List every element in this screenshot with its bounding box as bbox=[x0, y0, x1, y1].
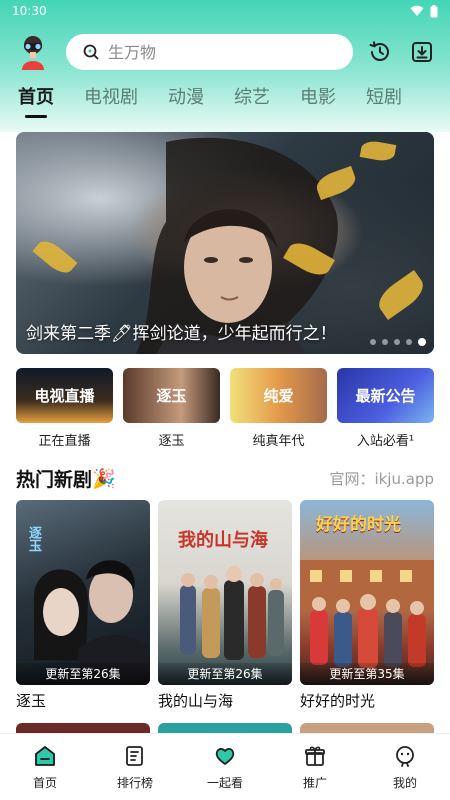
search-icon bbox=[83, 44, 99, 60]
tab-anime[interactable]: 动漫 bbox=[168, 84, 204, 116]
profile-icon bbox=[396, 746, 414, 767]
party-popper-icon: 🎉 bbox=[92, 467, 116, 490]
series-card[interactable]: 我的山与海 更新至第26集 我的山与海 bbox=[158, 500, 292, 714]
quick-entry-label: 入站必看¹ bbox=[356, 434, 415, 449]
nav-promotion[interactable]: 推广 bbox=[280, 744, 350, 791]
section-header: 热门新剧 🎉 官网：ikju.app bbox=[16, 463, 434, 493]
next-poster-peek bbox=[16, 723, 150, 733]
quick-entry-live[interactable]: 电视直播 正在直播 bbox=[16, 368, 113, 452]
series-poster: 我的山与海 更新至第26集 bbox=[158, 500, 292, 685]
poster-title: 好好的时光 bbox=[316, 515, 401, 535]
next-poster-peek bbox=[158, 723, 292, 733]
tab-home[interactable]: 首页 bbox=[18, 84, 54, 116]
next-row-preview bbox=[16, 723, 434, 733]
banner-pagination bbox=[370, 338, 426, 346]
heart-icon bbox=[215, 748, 235, 765]
tab-variety[interactable]: 综艺 bbox=[234, 84, 270, 116]
ranking-icon bbox=[126, 746, 143, 766]
pagination-dot[interactable] bbox=[394, 339, 400, 345]
pagination-dot[interactable] bbox=[382, 339, 388, 345]
status-time: 10:30 bbox=[12, 4, 47, 18]
status-icons bbox=[410, 4, 438, 18]
nav-ranking[interactable]: 排行榜 bbox=[100, 744, 170, 791]
banner-caption: 剑来第二季🖊挥剑论道，少年起而行之！ bbox=[26, 324, 337, 344]
battery-icon bbox=[430, 4, 438, 17]
quick-entries: 电视直播 正在直播 逐玉 逐玉 纯爱 纯真年代 最新公告 入站必看¹ bbox=[16, 368, 434, 452]
wifi-icon bbox=[410, 5, 424, 17]
nav-label: 我的 bbox=[392, 776, 417, 790]
history-icon[interactable] bbox=[368, 40, 392, 64]
episode-badge: 更新至第35集 bbox=[300, 663, 434, 685]
next-poster-peek bbox=[300, 723, 434, 733]
quick-entry-announcement[interactable]: 最新公告 入站必看¹ bbox=[337, 368, 434, 452]
quick-entry-thumb: 最新公告 bbox=[337, 368, 434, 423]
tab-short-drama[interactable]: 短剧 bbox=[366, 84, 402, 116]
quick-entry-zhuyu[interactable]: 逐玉 逐玉 bbox=[123, 368, 220, 452]
hot-series-list: 逐玉 更新至第26集 逐玉 我的山与海 更新至第26集 我的山与海 好好的时光 … bbox=[16, 500, 434, 714]
nav-watch-together[interactable]: 一起看 bbox=[190, 744, 260, 791]
avatar[interactable] bbox=[16, 34, 50, 70]
quick-entry-label: 纯真年代 bbox=[252, 434, 305, 449]
nav-label: 一起看 bbox=[206, 776, 243, 790]
episode-badge: 更新至第26集 bbox=[16, 663, 150, 685]
section-title-wrap: 热门新剧 🎉 bbox=[16, 465, 116, 492]
nav-label: 首页 bbox=[32, 776, 57, 790]
download-icon[interactable] bbox=[410, 40, 434, 64]
quick-entry-pure-era[interactable]: 纯爱 纯真年代 bbox=[230, 368, 327, 452]
quick-entry-label: 正在直播 bbox=[38, 434, 91, 449]
nav-label: 排行榜 bbox=[116, 776, 153, 790]
nav-label: 推广 bbox=[302, 776, 327, 790]
series-poster: 逐玉 更新至第26集 bbox=[16, 500, 150, 685]
series-card[interactable]: 好好的时光 更新至第35集 好好的时光 bbox=[300, 500, 434, 714]
series-name: 我的山与海 bbox=[158, 692, 234, 710]
pagination-dot[interactable] bbox=[406, 339, 412, 345]
series-poster: 好好的时光 更新至第35集 bbox=[300, 500, 434, 685]
nav-home[interactable]: 首页 bbox=[10, 744, 80, 791]
series-card[interactable]: 逐玉 更新至第26集 逐玉 bbox=[16, 500, 150, 714]
status-bar: 10:30 bbox=[0, 0, 450, 22]
series-name: 逐玉 bbox=[16, 692, 47, 710]
gift-icon bbox=[305, 746, 325, 766]
search-row bbox=[0, 32, 450, 72]
home-icon bbox=[35, 746, 55, 766]
nav-profile[interactable]: 我的 bbox=[370, 744, 440, 791]
official-site-link[interactable]: 官网：ikju.app bbox=[329, 468, 434, 489]
section-title: 热门新剧 bbox=[16, 468, 93, 491]
quick-entry-label: 逐玉 bbox=[158, 434, 185, 449]
bottom-navigation: 首页 排行榜 一起看 推广 我的 bbox=[0, 733, 450, 800]
quick-entry-thumb: 纯爱 bbox=[230, 368, 327, 423]
category-tabs: 首页 电视剧 动漫 综艺 电影 短剧 bbox=[0, 84, 450, 124]
quick-entry-thumb: 逐玉 bbox=[123, 368, 220, 423]
pagination-dot-active[interactable] bbox=[418, 338, 426, 346]
series-name: 好好的时光 bbox=[300, 692, 376, 710]
episode-badge: 更新至第26集 bbox=[158, 663, 292, 685]
poster-title: 我的山与海 bbox=[178, 530, 268, 551]
search-input[interactable] bbox=[108, 42, 328, 62]
poster-title: 逐玉 bbox=[26, 526, 41, 552]
hero-banner[interactable]: 剑来第二季🖊挥剑论道，少年起而行之！ bbox=[16, 132, 434, 354]
tab-movies[interactable]: 电影 bbox=[300, 84, 336, 116]
search-box[interactable] bbox=[66, 34, 353, 70]
pagination-dot[interactable] bbox=[370, 339, 376, 345]
quick-entry-thumb: 电视直播 bbox=[16, 368, 113, 423]
tab-tv-series[interactable]: 电视剧 bbox=[84, 84, 138, 116]
